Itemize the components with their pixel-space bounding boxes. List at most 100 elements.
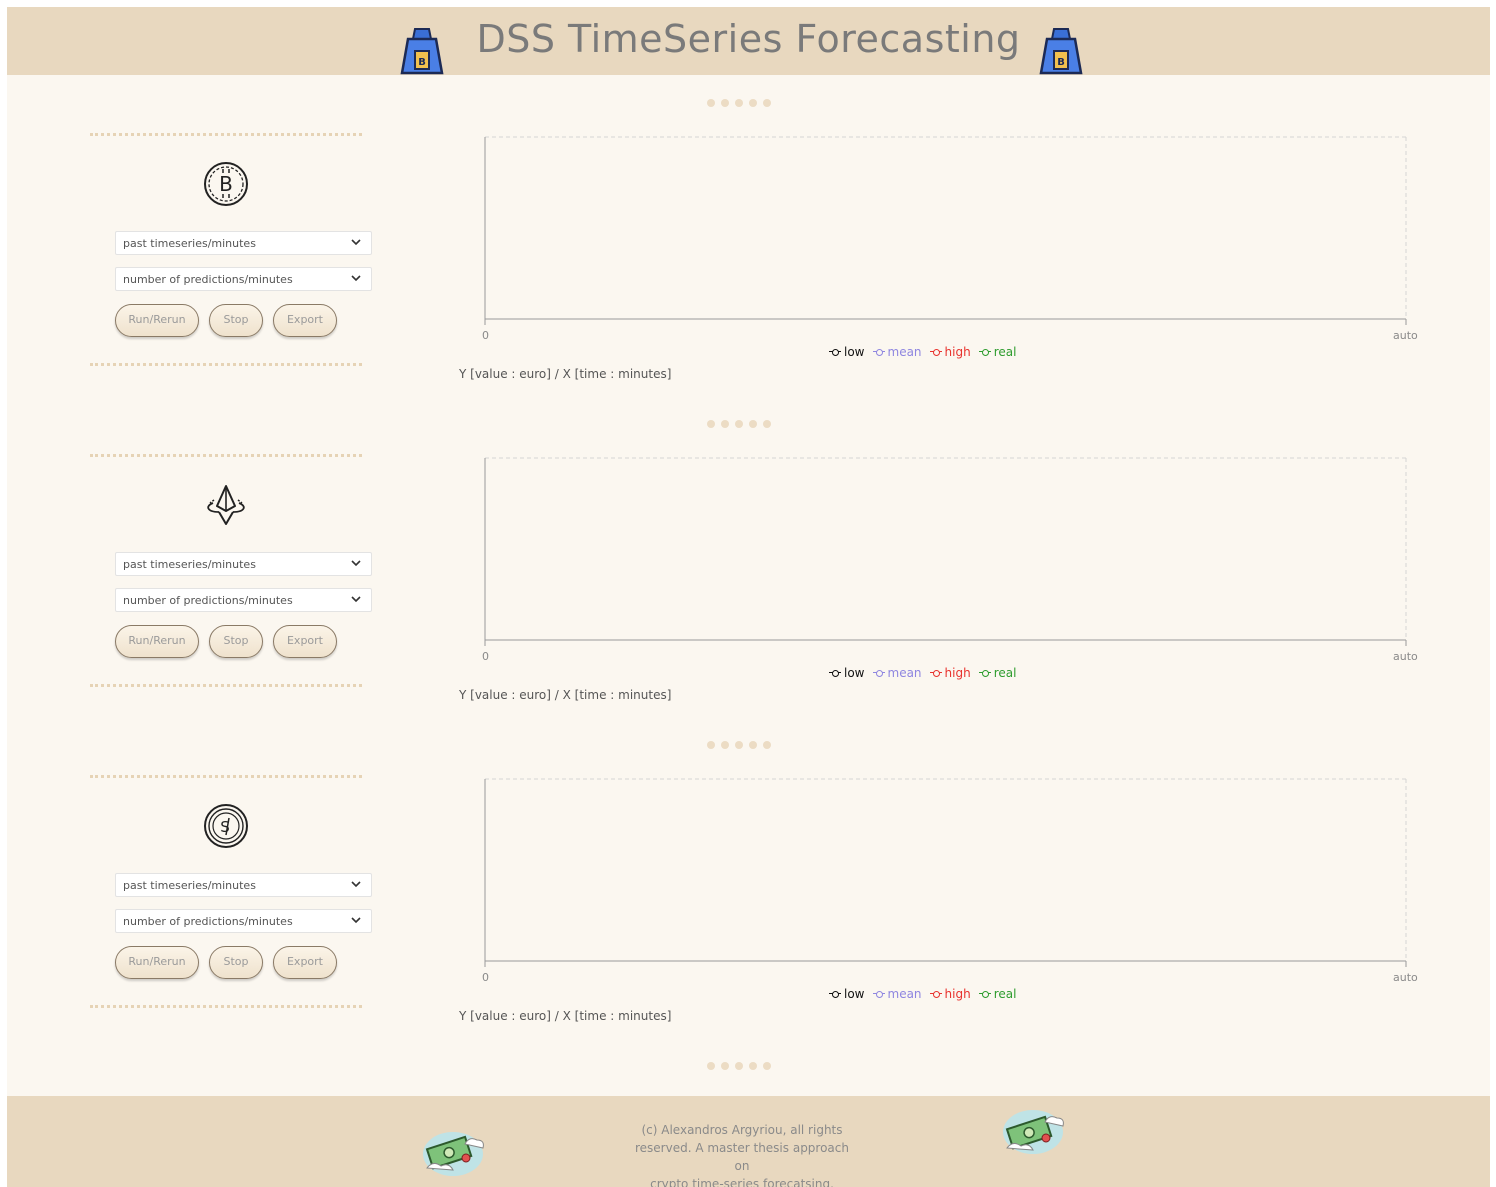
run-rerun-button[interactable]: Run/Rerun — [115, 304, 199, 337]
footer-text-line: (c) Alexandros Argyriou, all rights — [641, 1123, 843, 1137]
legend-label: high — [944, 345, 971, 359]
legend-marker-icon — [872, 670, 885, 677]
crypto-atm-logo-icon: B — [1039, 28, 1083, 75]
control-panel-ethereum: past timeseries/minutes number of predic… — [90, 454, 380, 687]
legend-marker-icon — [829, 991, 841, 998]
legend-marker-icon — [978, 670, 991, 677]
svg-text:B: B — [219, 172, 233, 196]
legend-marker-icon — [929, 349, 942, 356]
legend-label: real — [993, 987, 1017, 1001]
page-frame: B DSS TimeSeries Forecasting B B past ti… — [7, 7, 1490, 1187]
dotted-divider — [90, 133, 362, 136]
legend-item-high[interactable]: high — [929, 666, 971, 680]
number-of-predictions-select[interactable]: number of predictions/minutes — [115, 267, 372, 291]
legend-label: real — [993, 666, 1017, 680]
section-divider — [707, 99, 777, 109]
x-tick-label: 0 — [482, 650, 489, 663]
select-label: number of predictions/minutes — [123, 273, 293, 286]
bitcoin-coin-icon: B — [204, 162, 248, 206]
legend-label: real — [993, 345, 1017, 359]
dotted-divider — [90, 775, 362, 778]
axis-label: Y [value : euro] / X [time : minutes] — [459, 688, 672, 702]
x-tick-label: auto — [1393, 971, 1418, 984]
select-label: past timeseries/minutes — [123, 237, 256, 250]
ethereum-coin-icon — [207, 485, 245, 525]
section-divider — [707, 1062, 777, 1072]
export-button[interactable]: Export — [273, 304, 337, 337]
legend-item-low[interactable]: low — [829, 666, 865, 680]
run-rerun-button[interactable]: Run/Rerun — [115, 946, 199, 979]
legend-item-mean[interactable]: mean — [872, 345, 922, 359]
legend-marker-icon — [829, 670, 841, 677]
legend-item-high[interactable]: high — [929, 345, 971, 359]
section-divider — [707, 741, 777, 751]
control-panel-sol: S past timeseries/minutes number of pred… — [90, 775, 380, 1008]
number-of-predictions-select[interactable]: number of predictions/minutes — [115, 909, 372, 933]
x-tick-label: 0 — [482, 971, 489, 984]
legend-item-real[interactable]: real — [978, 345, 1017, 359]
legend-marker-icon — [978, 991, 991, 998]
chevron-down-icon — [351, 560, 361, 567]
page-title: DSS TimeSeries Forecasting — [476, 17, 1021, 61]
legend-marker-icon — [929, 991, 942, 998]
axis-label: Y [value : euro] / X [time : minutes] — [459, 367, 672, 381]
stop-button[interactable]: Stop — [209, 304, 263, 337]
forecast-chart-ethereum: 0 auto low mean high real Y [value : eur… — [459, 456, 1439, 716]
select-label: number of predictions/minutes — [123, 594, 293, 607]
control-panel-bitcoin: B past timeseries/minutes number of pred… — [90, 133, 380, 366]
legend-label: high — [944, 666, 971, 680]
forecast-chart-sol: 0 auto low mean high real Y [value : eur… — [459, 777, 1439, 1037]
chevron-down-icon — [351, 596, 361, 603]
legend-label: mean — [887, 666, 922, 680]
svg-text:B: B — [1057, 57, 1065, 68]
past-timeseries-select[interactable]: past timeseries/minutes — [115, 552, 372, 576]
legend-item-mean[interactable]: mean — [872, 987, 922, 1001]
chart-plot-area — [484, 136, 1407, 325]
past-timeseries-select[interactable]: past timeseries/minutes — [115, 873, 372, 897]
select-label: number of predictions/minutes — [123, 915, 293, 928]
number-of-predictions-select[interactable]: number of predictions/minutes — [115, 588, 372, 612]
legend-item-mean[interactable]: mean — [872, 666, 922, 680]
export-button[interactable]: Export — [273, 625, 337, 658]
legend-item-real[interactable]: real — [978, 987, 1017, 1001]
chart-legend: low mean high real — [829, 345, 1016, 359]
select-label: past timeseries/minutes — [123, 558, 256, 571]
chart-legend: low mean high real — [829, 987, 1016, 1001]
legend-item-high[interactable]: high — [929, 987, 971, 1001]
footer-copyright: (c) Alexandros Argyriou, all rights rese… — [627, 1121, 857, 1187]
dotted-divider — [90, 454, 362, 457]
legend-label: mean — [887, 987, 922, 1001]
legend-label: low — [844, 987, 865, 1001]
chart-plot-area — [484, 457, 1407, 646]
chevron-down-icon — [351, 917, 361, 924]
stop-button[interactable]: Stop — [209, 625, 263, 658]
chevron-down-icon — [351, 881, 361, 888]
legend-marker-icon — [872, 349, 885, 356]
dotted-divider — [90, 363, 362, 366]
legend-marker-icon — [929, 670, 942, 677]
legend-item-low[interactable]: low — [829, 345, 865, 359]
sol-coin-icon: S — [204, 804, 248, 848]
dotted-divider — [90, 684, 362, 687]
flying-money-icon — [423, 1132, 484, 1176]
legend-label: high — [944, 987, 971, 1001]
export-button[interactable]: Export — [273, 946, 337, 979]
legend-marker-icon — [978, 349, 991, 356]
chevron-down-icon — [351, 275, 361, 282]
legend-label: low — [844, 345, 865, 359]
chart-plot-area — [484, 778, 1407, 967]
flying-money-icon — [1003, 1110, 1064, 1154]
stop-button[interactable]: Stop — [209, 946, 263, 979]
legend-item-low[interactable]: low — [829, 987, 865, 1001]
legend-label: mean — [887, 345, 922, 359]
dotted-divider — [90, 1005, 362, 1008]
forecast-chart-bitcoin: 0 auto low mean high real Y [value : eur… — [459, 135, 1439, 395]
footer-text-line: reserved. A master thesis approach on — [634, 1141, 849, 1173]
run-rerun-button[interactable]: Run/Rerun — [115, 625, 199, 658]
x-tick-label: auto — [1393, 650, 1418, 663]
past-timeseries-select[interactable]: past timeseries/minutes — [115, 231, 372, 255]
footer-text-line: crypto time-series forecatsing. — [650, 1177, 834, 1187]
axis-label: Y [value : euro] / X [time : minutes] — [459, 1009, 672, 1023]
legend-item-real[interactable]: real — [978, 666, 1017, 680]
section-divider — [707, 420, 777, 430]
